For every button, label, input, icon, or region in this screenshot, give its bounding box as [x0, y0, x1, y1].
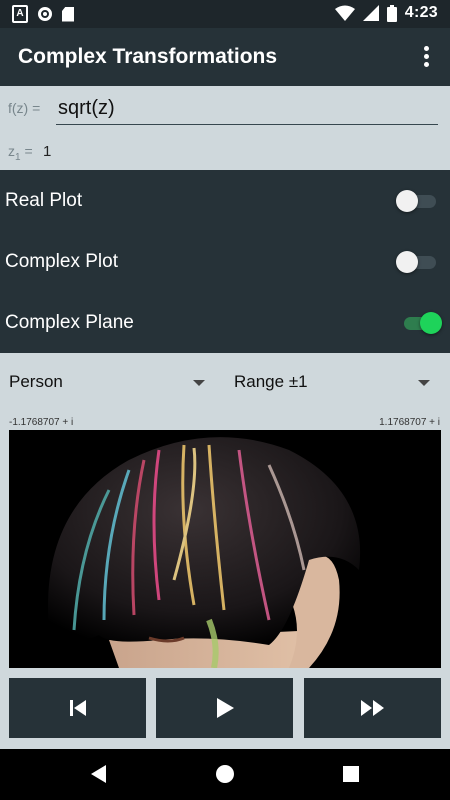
overflow-menu-icon[interactable]: [416, 46, 436, 68]
sd-card-icon: [62, 6, 74, 22]
skip-previous-icon: [69, 700, 86, 716]
skip-previous-button[interactable]: [9, 678, 146, 738]
fast-forward-button[interactable]: [304, 678, 441, 738]
app-bar: Complex Transformations: [0, 28, 450, 86]
fast-forward-icon: [360, 700, 384, 716]
chevron-down-icon: [418, 380, 430, 386]
person-image: [9, 430, 441, 668]
back-icon[interactable]: [91, 765, 106, 783]
status-bar: A 4:23: [0, 0, 450, 28]
toggle-row-complex-plane: Complex Plane: [0, 292, 450, 353]
recents-icon[interactable]: [343, 766, 359, 782]
image-selector[interactable]: Person: [9, 372, 205, 398]
z1-label-main: z: [8, 143, 15, 159]
z1-value: 1: [43, 143, 52, 160]
transformed-image: [9, 430, 441, 668]
chevron-down-icon: [193, 380, 205, 386]
toggle-row-complex-plot: Complex Plot: [0, 231, 450, 292]
z1-label-sub: 1: [15, 152, 21, 163]
cell-signal-icon: [362, 5, 379, 21]
wifi-icon: [334, 5, 355, 21]
z1-label-eq: =: [24, 143, 33, 159]
play-icon: [216, 698, 234, 718]
function-input[interactable]: [56, 94, 438, 125]
playback-controls: [0, 678, 450, 740]
complex-plane-label: Complex Plane: [5, 312, 134, 333]
clock: 4:23: [404, 4, 438, 21]
image-selector-value: Person: [9, 372, 63, 391]
complex-plot-switch[interactable]: [396, 251, 438, 273]
range-selector-value: Range ±1: [234, 372, 308, 391]
range-selector[interactable]: Range ±1: [234, 372, 430, 398]
complex-plot-label: Complex Plot: [5, 251, 118, 272]
coord-right: 1.1768707 + i: [379, 417, 440, 428]
coord-left: -1.1768707 + i: [9, 417, 74, 428]
notification-a-icon: A: [12, 5, 28, 23]
battery-icon: [386, 4, 397, 22]
toggle-row-real-plot: Real Plot: [0, 170, 450, 231]
home-icon[interactable]: [216, 765, 234, 783]
navigation-bar: [0, 749, 450, 800]
real-plot-switch[interactable]: [396, 190, 438, 212]
function-label: f(z) =: [8, 100, 41, 116]
z1-label: z1 =: [8, 143, 33, 163]
app-title: Complex Transformations: [18, 45, 278, 68]
complex-plane-switch[interactable]: [402, 312, 442, 334]
play-button[interactable]: [156, 678, 293, 738]
real-plot-label: Real Plot: [5, 190, 83, 211]
record-icon: [38, 7, 52, 21]
plot-toggles: Real Plot Complex Plot Complex Plane: [0, 170, 450, 353]
